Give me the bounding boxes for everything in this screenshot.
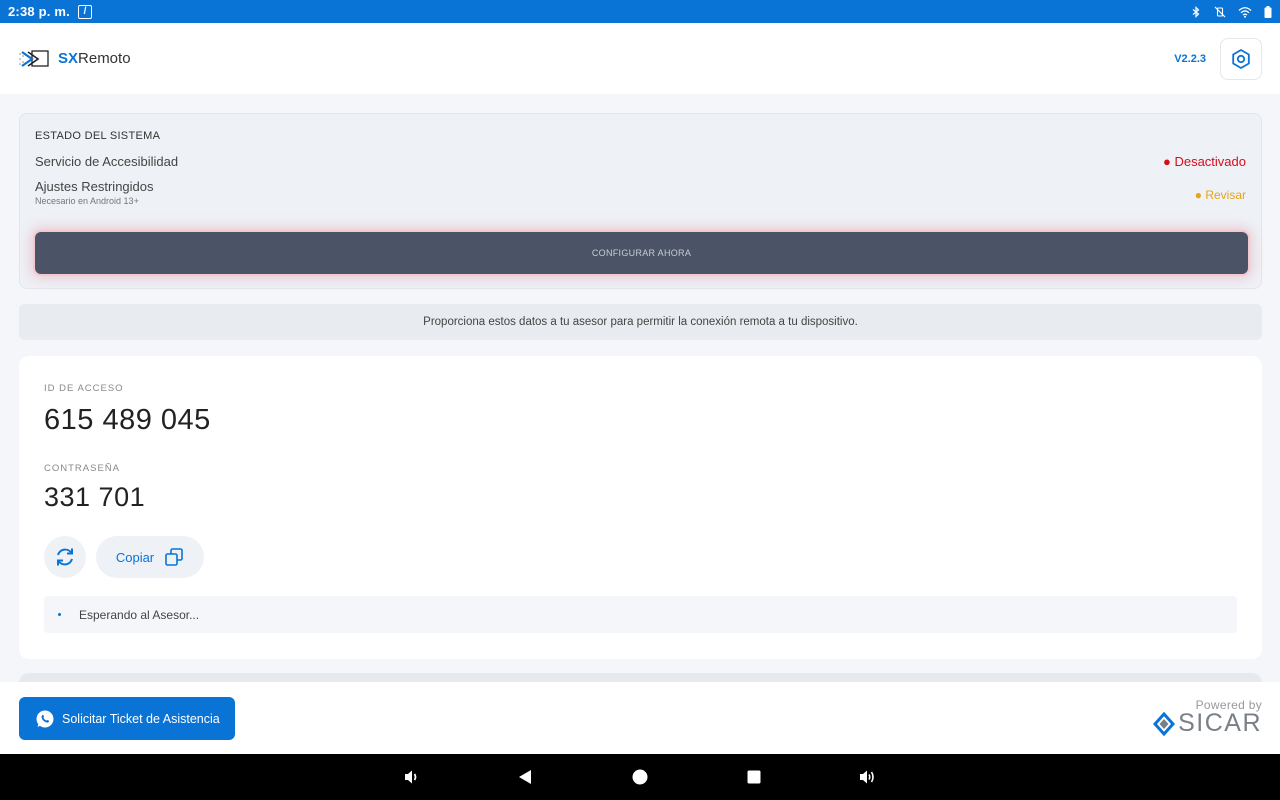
accessibility-label: Servicio de Accesibilidad <box>35 154 179 169</box>
loading-indicator-icon <box>58 613 61 616</box>
settings-button[interactable] <box>1220 37 1262 80</box>
waiting-status-bar: Esperando al Asesor... <box>44 596 1237 633</box>
waiting-text: Esperando al Asesor... <box>79 607 200 622</box>
volume-down-icon[interactable] <box>402 767 422 787</box>
restricted-row: Ajustes Restringidos Necesario en Androi… <box>35 179 1246 206</box>
copy-button[interactable]: Copiar <box>96 536 204 578</box>
password-label: CONTRASEÑA <box>44 463 120 474</box>
restricted-label: Ajustes Restringidos <box>35 179 154 194</box>
accessibility-status: ● Desactivado <box>1162 154 1246 169</box>
access-id-label: ID DE ACCESO <box>44 383 124 394</box>
info-banner: Proporciona estos datos a tu asesor para… <box>19 304 1262 340</box>
system-status-title: ESTADO DEL SISTEMA <box>35 130 161 142</box>
restricted-info: Ajustes Restringidos Necesario en Androi… <box>35 179 154 206</box>
sx-logo-icon <box>19 49 49 67</box>
footer-bar: Solicitar Ticket de Asistencia Powered b… <box>0 682 1280 754</box>
sicar-logo: SICAR <box>1153 711 1262 736</box>
password-value: 331 701 <box>44 482 146 512</box>
back-icon[interactable] <box>516 767 536 787</box>
navigation-bar <box>0 754 1280 800</box>
battery-icon <box>1264 5 1272 18</box>
copy-label: Copiar <box>115 549 155 565</box>
powered-by: Powered by SICAR <box>1153 698 1262 736</box>
restricted-sublabel: Necesario en Android 13+ <box>35 196 139 206</box>
configure-now-button[interactable]: CONFIGURAR AHORA <box>35 232 1248 274</box>
version-label: V2.2.3 <box>1174 52 1206 65</box>
system-status-card: ESTADO DEL SISTEMA Servicio de Accesibil… <box>19 113 1262 289</box>
wifi-icon <box>1238 6 1252 18</box>
volume-up-icon[interactable] <box>858 767 878 787</box>
home-icon[interactable] <box>630 767 650 787</box>
credentials-card: ID DE ACCESO 615 489 045 CONTRASEÑA 331 … <box>19 356 1262 659</box>
vibrate-off-icon <box>1214 6 1226 17</box>
app-header: SXRemoto V2.2.3 <box>0 23 1280 94</box>
sicar-diamond-icon <box>1153 711 1176 736</box>
app-name: SXRemoto <box>58 50 131 67</box>
ticket-label: Solicitar Ticket de Asistencia <box>62 711 220 726</box>
whatsapp-icon <box>36 710 54 727</box>
refresh-password-button[interactable] <box>44 536 86 578</box>
access-id-value: 615 489 045 <box>44 404 211 436</box>
status-bar: 2:38 p. m. / <box>0 0 1280 23</box>
restricted-status: ● Revisar <box>1194 188 1246 202</box>
app-logo: SXRemoto <box>18 48 131 70</box>
status-icons <box>1190 5 1272 18</box>
sicar-wordmark: SICAR <box>1178 709 1262 737</box>
copy-icon <box>165 548 183 566</box>
accessibility-row: Servicio de Accesibilidad ● Desactivado <box>35 154 1246 169</box>
clock: 2:38 p. m. <box>8 4 70 19</box>
notification-icon: / <box>77 4 92 19</box>
settings-icon <box>1232 48 1250 69</box>
bluetooth-icon <box>1192 5 1200 18</box>
refresh-icon <box>57 548 73 566</box>
request-ticket-button[interactable]: Solicitar Ticket de Asistencia <box>19 697 235 740</box>
recents-icon[interactable] <box>744 767 764 787</box>
